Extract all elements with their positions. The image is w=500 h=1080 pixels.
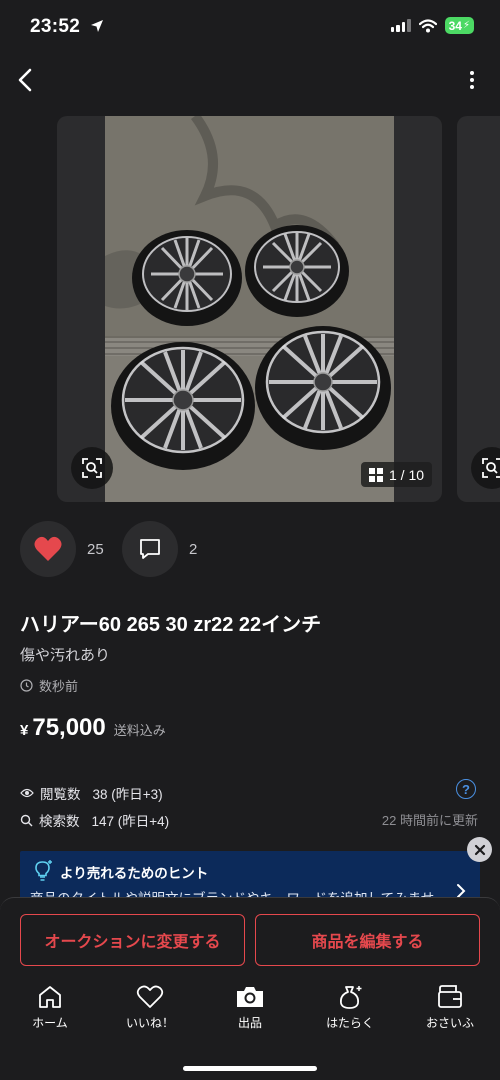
money-bag-icon (339, 986, 362, 1009)
zoom-icon (482, 458, 500, 478)
battery-level: 34 (448, 18, 462, 33)
views-value: 38 (昨日+3) (92, 787, 163, 802)
item-condition: 傷や汚れあり (20, 647, 111, 664)
posted-time-text: 数秒前 (39, 679, 79, 694)
image-counter-text: 1 / 10 (389, 466, 425, 483)
close-icon (474, 844, 485, 855)
comment-count: 2 (189, 541, 198, 558)
tab-work-label: はたらく (326, 1016, 374, 1030)
tab-sell[interactable]: 出品 (200, 984, 300, 1031)
location-arrow-icon (91, 20, 103, 32)
edit-item-button[interactable]: 商品を編集する (255, 914, 480, 966)
search-stat: 検索数 147 (昨日+4) (20, 810, 169, 830)
tab-likes[interactable]: いいね！ (100, 984, 200, 1031)
clock-icon (20, 679, 33, 692)
photo-card[interactable]: 1 / 10 (57, 116, 442, 502)
wallet-icon (438, 985, 462, 1008)
tab-bar: ホーム いいね！ 出品 はたらく おさいふ (0, 984, 500, 1031)
heart-icon (34, 536, 62, 561)
back-icon[interactable] (14, 66, 38, 94)
tab-home[interactable]: ホーム (0, 984, 100, 1031)
price: ¥ 75,000 送料込み (20, 714, 166, 742)
wifi-icon (418, 18, 437, 32)
like-count: 25 (87, 541, 104, 558)
comment-icon (140, 539, 160, 559)
hint-title: より売れるためのヒント (60, 866, 209, 881)
comment-button[interactable] (122, 521, 178, 577)
like-button[interactable] (20, 521, 76, 577)
tab-wallet[interactable]: おさいふ (400, 984, 500, 1031)
lightbulb-icon (35, 860, 52, 881)
views-label: 閲覧数 (40, 787, 81, 802)
views-stat: 閲覧数 38 (昨日+3) (20, 783, 163, 803)
tab-sell-label: 出品 (237, 1016, 262, 1030)
battery-icon: 34 ⚡ (444, 17, 474, 34)
status-icons: 34 ⚡ (390, 17, 474, 34)
eye-icon (20, 788, 34, 798)
grid-icon (369, 467, 383, 482)
image-counter: 1 / 10 (361, 462, 433, 487)
price-value: 75,000 (32, 714, 106, 741)
home-indicator (183, 1066, 317, 1071)
signal-icon (390, 19, 411, 32)
change-to-auction-button[interactable]: オークションに変更する (20, 914, 245, 966)
help-icon[interactable]: ? (456, 779, 476, 799)
status-time: 23:52 (30, 16, 81, 37)
posted-time: 数秒前 (20, 676, 78, 695)
tab-wallet-label: おさいふ (425, 1016, 474, 1030)
tab-home-label: ホーム (32, 1016, 68, 1030)
search-icon (20, 814, 33, 826)
updated-time: 22 時間前に更新 (381, 813, 478, 828)
close-hint-button[interactable] (467, 837, 492, 862)
home-icon (39, 986, 61, 1008)
heart-outline-icon (136, 985, 164, 1008)
bottom-action-bar: オークションに変更する 商品を編集する ホーム いいね！ 出品 はたらく おさい… (0, 897, 500, 1080)
camera-icon (237, 987, 263, 1007)
product-photo[interactable] (105, 116, 394, 502)
item-title: ハリアー60 265 30 zr22 22インチ (20, 614, 322, 636)
tab-likes-label: いいね！ (125, 1016, 174, 1030)
more-options-icon[interactable] (468, 70, 476, 90)
next-photo-card[interactable] (457, 116, 500, 502)
shipping-note: 送料込み (113, 723, 166, 738)
currency-symbol: ¥ (20, 722, 29, 739)
tab-work[interactable]: はたらく (300, 984, 400, 1031)
zoom-icon (82, 458, 102, 478)
search-label: 検索数 (39, 814, 80, 829)
zoom-button[interactable] (71, 447, 113, 489)
search-value: 147 (昨日+4) (91, 814, 170, 829)
